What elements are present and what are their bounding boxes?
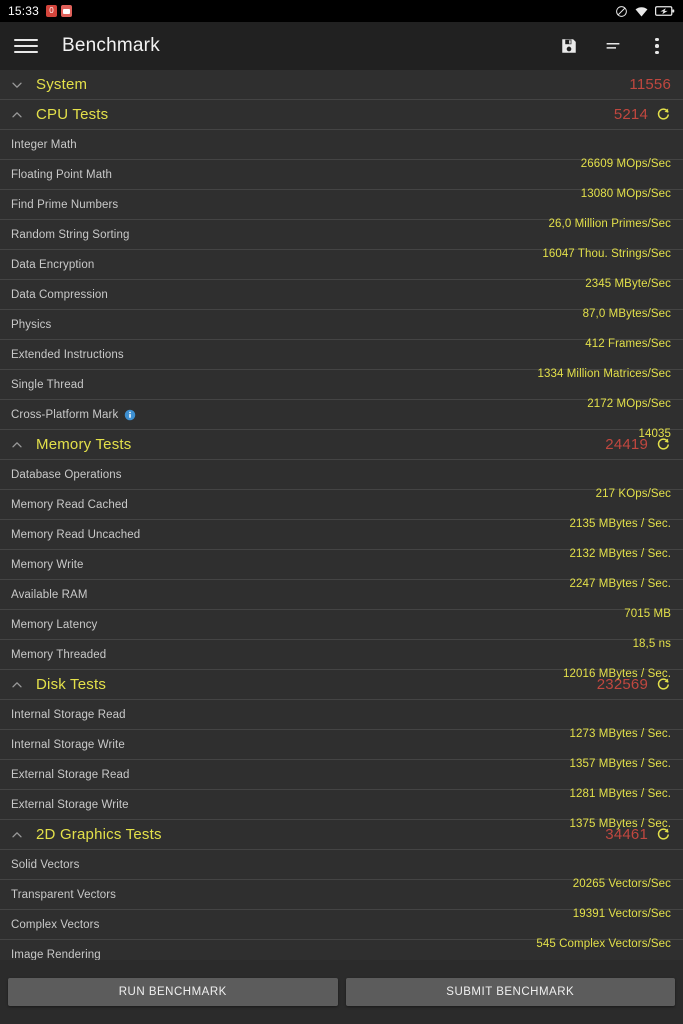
test-label: Find Prime Numbers xyxy=(11,198,119,211)
test-row[interactable]: Find Prime Numbers 26,0 Million Primes/Se… xyxy=(0,190,683,230)
section-title: CPU Tests xyxy=(36,106,109,123)
test-row[interactable]: Memory Read Uncached 2132 MBytes / Sec. xyxy=(0,520,683,560)
test-row[interactable]: External Storage Read 1281 MBytes / Sec. xyxy=(0,760,683,800)
hamburger-menu-icon[interactable] xyxy=(14,34,38,58)
test-row[interactable]: Data Encryption 2345 MByte/Sec xyxy=(0,250,683,290)
section-title: Disk Tests xyxy=(36,676,107,693)
test-label: Image Rendering xyxy=(11,948,101,961)
run-benchmark-button[interactable]: RUN BENCHMARK xyxy=(8,978,338,1006)
test-row[interactable]: Memory Latency 18,5 ns xyxy=(0,610,683,650)
test-row[interactable]: Internal Storage Read 1273 MBytes / Sec. xyxy=(0,700,683,740)
info-icon[interactable] xyxy=(124,409,136,421)
test-label: Database Operations xyxy=(11,468,122,481)
notification-badge-icon: 0 xyxy=(46,5,58,17)
refresh-icon[interactable] xyxy=(655,437,671,453)
section-score: 11556 xyxy=(629,76,671,93)
test-label: Data Encryption xyxy=(11,258,95,271)
test-label: Complex Vectors xyxy=(11,918,100,931)
test-row[interactable]: Internal Storage Write 1357 MBytes / Sec. xyxy=(0,730,683,770)
test-row[interactable]: Random String Sorting 16047 Thou. Strings… xyxy=(0,220,683,260)
section-title: 2D Graphics Tests xyxy=(36,826,162,843)
test-label: Internal Storage Write xyxy=(11,738,125,751)
battery-charging-icon xyxy=(655,5,675,17)
benchmark-app: 15:33 0 Benchmark System 11556 CPU Tests… xyxy=(0,0,683,1024)
test-label: Memory Threaded xyxy=(11,648,107,661)
section-title: Memory Tests xyxy=(36,436,132,453)
test-label: Floating Point Math xyxy=(11,168,112,181)
test-row[interactable]: Memory Threaded 12016 MBytes / Sec. xyxy=(0,640,683,680)
test-row[interactable]: Memory Write 2247 MBytes / Sec. xyxy=(0,550,683,590)
app-bar-actions xyxy=(557,34,669,58)
test-label: Memory Read Uncached xyxy=(11,528,141,541)
test-row[interactable]: Single Thread 2172 MOps/Sec xyxy=(0,370,683,410)
test-row[interactable]: Transparent Vectors 19391 Vectors/Sec xyxy=(0,880,683,920)
status-bar: 15:33 0 xyxy=(0,0,683,22)
test-label: External Storage Read xyxy=(11,768,130,781)
chevron-down-icon[interactable] xyxy=(8,79,26,91)
chevron-up-icon[interactable] xyxy=(8,439,26,451)
test-label: Memory Write xyxy=(11,558,84,571)
test-row[interactable]: Available RAM 7015 MB xyxy=(0,580,683,620)
do-not-disturb-icon xyxy=(615,5,628,18)
test-row[interactable]: Complex Vectors 545 Complex Vectors/Sec xyxy=(0,910,683,950)
status-bar-system-icons xyxy=(615,5,675,18)
page-title: Benchmark xyxy=(62,35,160,56)
section-score: 24419 xyxy=(605,436,648,453)
test-row[interactable]: Cross-Platform Mark 14035 xyxy=(0,400,683,440)
test-label: Integer Math xyxy=(11,138,77,151)
test-label: Solid Vectors xyxy=(11,858,80,871)
chevron-up-icon[interactable] xyxy=(8,109,26,121)
test-row[interactable]: Image Rendering xyxy=(0,940,683,960)
test-label: Transparent Vectors xyxy=(11,888,117,901)
section-header-system[interactable]: System 11556 xyxy=(0,70,683,100)
chevron-up-icon[interactable] xyxy=(8,679,26,691)
test-row[interactable]: Integer Math 26609 MOps/Sec xyxy=(0,130,683,170)
section-header-memory-tests[interactable]: Memory Tests 24419 xyxy=(0,430,683,460)
test-label: Internal Storage Read xyxy=(11,708,126,721)
section-score: 5214 xyxy=(613,106,648,123)
status-bar-notifications: 0 xyxy=(46,5,73,17)
wifi-icon xyxy=(634,5,649,18)
test-label: Physics xyxy=(11,318,52,331)
test-label: Memory Latency xyxy=(11,618,98,631)
app-bar: Benchmark xyxy=(0,22,683,70)
test-label: Memory Read Cached xyxy=(11,498,128,511)
status-bar-clock: 15:33 xyxy=(8,4,40,18)
test-row[interactable]: Memory Read Cached 2135 MBytes / Sec. xyxy=(0,490,683,530)
section-score: 232569 xyxy=(596,676,648,693)
test-label: Single Thread xyxy=(11,378,84,391)
refresh-icon[interactable] xyxy=(655,677,671,693)
test-label: Available RAM xyxy=(11,588,88,601)
overflow-menu-icon[interactable] xyxy=(645,34,669,58)
test-row[interactable]: Data Compression 87,0 MBytes/Sec xyxy=(0,280,683,320)
test-row[interactable]: Database Operations 217 KOps/Sec xyxy=(0,460,683,500)
test-label: Random String Sorting xyxy=(11,228,130,241)
refresh-icon[interactable] xyxy=(655,827,671,843)
chevron-up-icon[interactable] xyxy=(8,829,26,841)
footer-actions: RUN BENCHMARK SUBMIT BENCHMARK xyxy=(0,960,683,1024)
test-label: Data Compression xyxy=(11,288,108,301)
section-title: System xyxy=(36,76,88,93)
test-label: Cross-Platform Mark xyxy=(11,408,119,421)
test-row[interactable]: Physics 412 Frames/Sec xyxy=(0,310,683,350)
test-label: External Storage Write xyxy=(11,798,129,811)
test-label: Extended Instructions xyxy=(11,348,124,361)
refresh-icon[interactable] xyxy=(655,107,671,123)
section-header-cpu-tests[interactable]: CPU Tests 5214 xyxy=(0,100,683,130)
section-header-2d-graphics-tests[interactable]: 2D Graphics Tests 34461 xyxy=(0,820,683,850)
section-score: 34461 xyxy=(605,826,648,843)
submit-benchmark-button[interactable]: SUBMIT BENCHMARK xyxy=(345,978,675,1006)
sort-icon[interactable] xyxy=(601,34,625,58)
test-row[interactable]: External Storage Write 1375 MBytes / Sec. xyxy=(0,790,683,830)
section-header-disk-tests[interactable]: Disk Tests 232569 xyxy=(0,670,683,700)
test-row[interactable]: Solid Vectors 20265 Vectors/Sec xyxy=(0,850,683,890)
save-icon[interactable] xyxy=(557,34,581,58)
test-row[interactable]: Floating Point Math 13080 MOps/Sec xyxy=(0,160,683,200)
screenshot-badge-icon xyxy=(61,5,73,17)
benchmark-results-list[interactable]: System 11556 CPU Tests 5214 Integer Math 2660… xyxy=(0,70,683,960)
test-row[interactable]: Extended Instructions 1334 Million Matric… xyxy=(0,340,683,380)
